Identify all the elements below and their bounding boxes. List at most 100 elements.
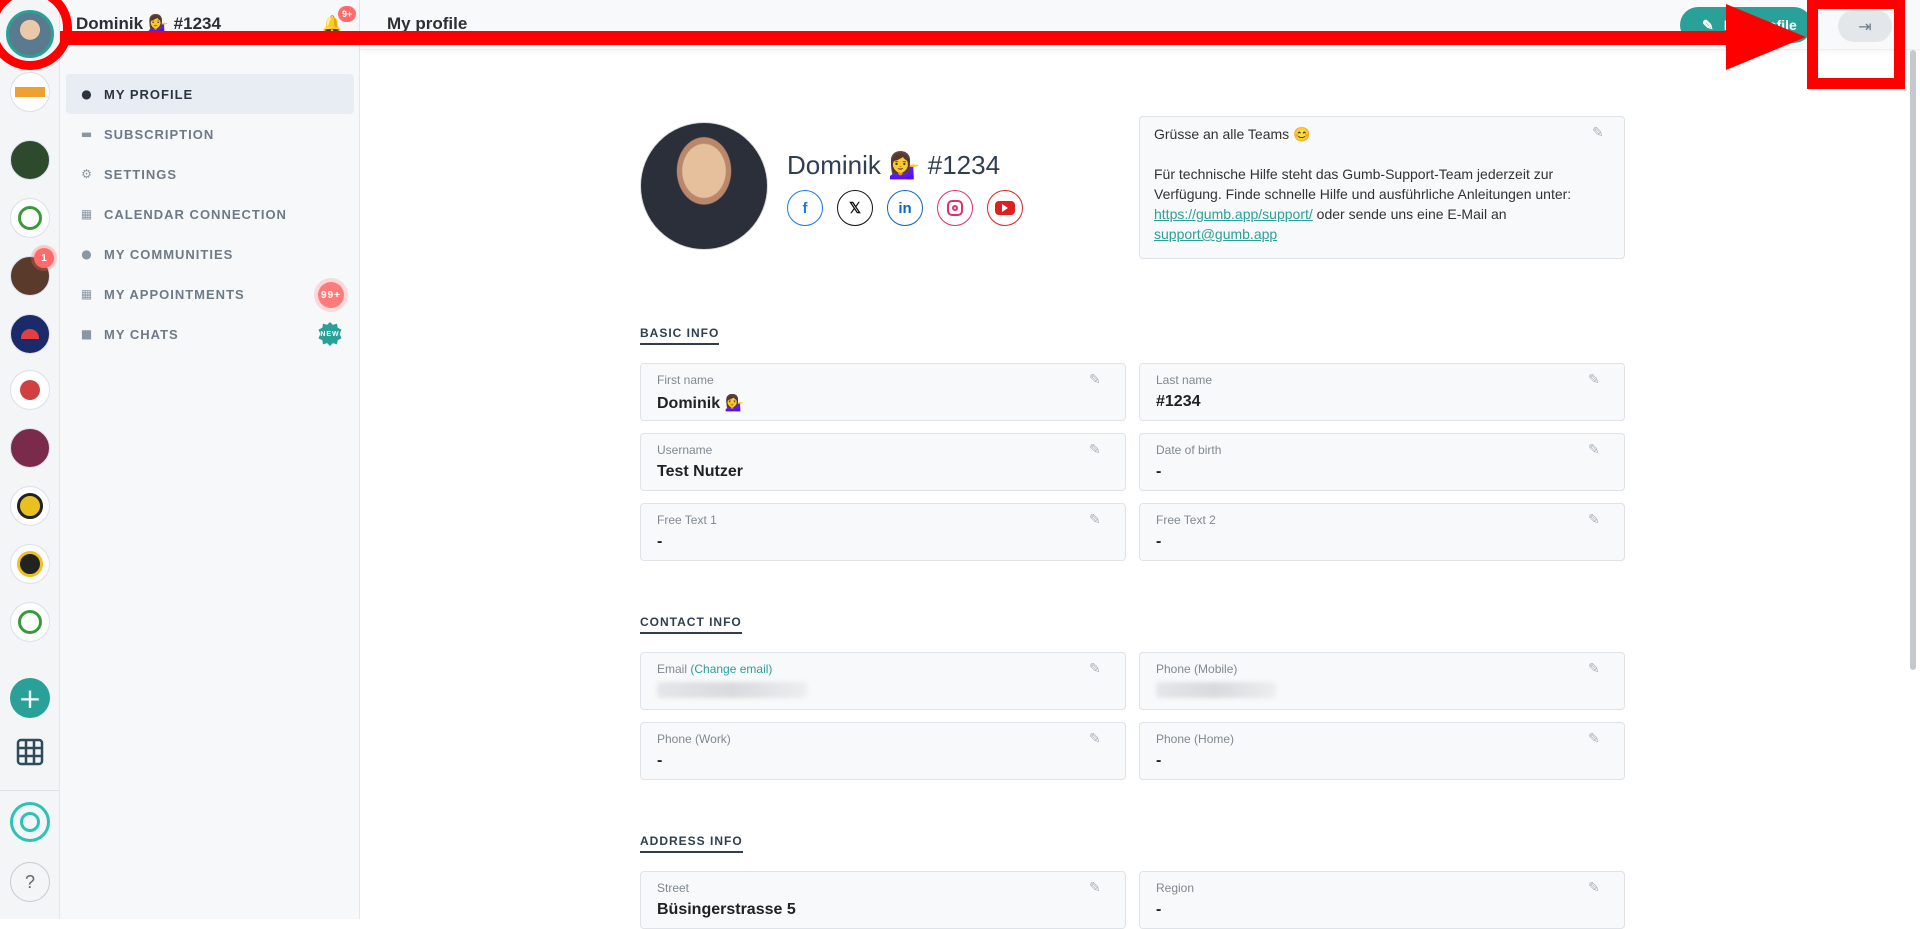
x-twitter-icon[interactable]: 𝕏 [837,190,873,226]
grid-icon[interactable] [16,738,44,766]
free-text-2-field[interactable]: ✎ Free Text 2 - [1139,503,1625,561]
field-value: - [657,533,663,550]
sidebar-item-calendar-connection[interactable]: ▦ CALENDAR CONNECTION [66,194,354,234]
sidebar-item-my-chats[interactable]: ■ MY CHATS NEW [66,314,354,354]
bio-text: Für technische Hilfe steht das Gumb-Supp… [1154,166,1572,242]
profile-name: Dominik 💁‍♀️ #1234 [787,150,1001,180]
field-label: Phone (Work) [657,732,731,746]
pencil-icon[interactable]: ✎ [1089,731,1105,747]
address-info-title: ADDRESS INFO [640,834,743,853]
support-link[interactable]: https://gumb.app/support/ [1154,206,1313,222]
notifications-badge: 9+ [338,6,357,22]
email-field[interactable]: ✎ Email (Change email) [640,652,1126,710]
person-icon: ● [81,87,93,101]
sidebar-item-my-profile[interactable]: ● MY PROFILE [66,74,354,114]
bio-box[interactable]: ✎ Grüsse an alle Teams 😊 Für technische … [1139,116,1625,259]
profile-content: Dominik 💁‍♀️ #1234 f 𝕏 in ✎ Grüsse an al… [360,50,1910,929]
card-icon: ▬ [80,127,94,141]
profile-sidebar: Dominik 💁‍♀️ #1234 🔔 9+ ● MY PROFILE ▬ S… [60,0,360,919]
sidebar-item-label: MY COMMUNITIES [104,246,234,262]
sidebar-item-subscription[interactable]: ▬ SUBSCRIPTION [66,114,354,154]
last-name-field[interactable]: ✎ Last name #1234 [1139,363,1625,421]
field-label: Date of birth [1156,443,1222,457]
sidebar-item-label: SUBSCRIPTION [104,126,215,142]
community-avatar[interactable] [10,72,50,112]
community-avatar[interactable] [10,544,50,584]
linkedin-icon[interactable]: in [887,190,923,226]
appointments-badge: 99+ [318,282,344,308]
chat-icon: ■ [80,327,94,341]
sidebar-item-label: MY CHATS [104,326,179,342]
pencil-icon[interactable]: ✎ [1592,125,1608,141]
sidebar-item-label: MY APPOINTMENTS [104,286,245,302]
field-value: - [657,752,663,769]
field-value: Dominik 💁‍♀️ [657,395,745,412]
new-badge: NEW [318,322,342,346]
field-label: Phone (Mobile) [1156,662,1238,676]
street-field[interactable]: ✎ Street Büsingerstrasse 5 [640,871,1126,929]
profile-photo[interactable] [640,122,768,250]
pencil-icon[interactable]: ✎ [1588,880,1604,896]
basic-info-title: BASIC INFO [640,326,720,345]
add-community-button[interactable]: + [10,678,50,718]
field-label: Free Text 2 [1156,513,1216,527]
field-value: - [1156,901,1162,918]
youtube-icon[interactable] [987,190,1023,226]
field-value: - [1156,752,1162,769]
free-text-1-field[interactable]: ✎ Free Text 1 - [640,503,1126,561]
sidebar-item-my-appointments[interactable]: ▦ MY APPOINTMENTS 99+ [66,274,354,314]
support-email-link[interactable]: support@gumb.app [1154,226,1277,242]
date-of-birth-field[interactable]: ✎ Date of birth - [1139,433,1625,491]
region-field[interactable]: ✎ Region - [1139,871,1625,929]
pencil-icon[interactable]: ✎ [1089,372,1105,388]
calendar-icon: ▦ [80,207,94,221]
sidebar-item-label: MY PROFILE [104,86,194,102]
rail-divider [0,790,60,791]
community-avatar[interactable] [10,428,50,468]
username-field[interactable]: ✎ Username Test Nutzer [640,433,1126,491]
community-avatar[interactable] [10,314,50,354]
pencil-icon[interactable]: ✎ [1089,880,1105,896]
pencil-icon[interactable]: ✎ [1588,512,1604,528]
gear-icon: ⚙ [81,167,93,181]
field-label: Phone (Home) [1156,732,1235,746]
sidebar-item-label: SETTINGS [104,166,178,182]
community-avatar[interactable] [10,140,50,180]
pencil-icon[interactable]: ✎ [1588,372,1604,388]
field-value: Test Nutzer [657,463,743,480]
pencil-icon[interactable]: ✎ [1588,661,1604,677]
scrollbar[interactable] [1910,50,1916,670]
pencil-icon[interactable]: ✎ [1089,512,1105,528]
field-label: Street [657,881,690,895]
annotation-arrow-head [1726,4,1806,70]
community-avatar[interactable] [10,602,50,642]
sidebar-item-my-communities[interactable]: ● MY COMMUNITIES [66,234,354,274]
facebook-icon[interactable]: f [787,190,823,226]
pencil-icon[interactable]: ✎ [1588,731,1604,747]
calendar-icon: ▦ [80,287,94,301]
field-label: Email (Change email) [657,662,773,676]
first-name-field[interactable]: ✎ First name Dominik 💁‍♀️ [640,363,1126,421]
pencil-icon[interactable]: ✎ [1588,442,1604,458]
field-label: First name [657,373,714,387]
pencil-icon[interactable]: ✎ [1089,442,1105,458]
field-label: Username [657,443,713,457]
phone-work-field[interactable]: ✎ Phone (Work) - [640,722,1126,780]
phone-mobile-field[interactable]: ✎ Phone (Mobile) [1139,652,1625,710]
phone-value-redacted [1156,682,1276,698]
instagram-icon[interactable] [937,190,973,226]
community-avatar[interactable] [10,486,50,526]
field-label: Free Text 1 [657,513,717,527]
phone-home-field[interactable]: ✎ Phone (Home) - [1139,722,1625,780]
people-icon: ● [81,247,93,261]
pencil-icon[interactable]: ✎ [1089,661,1105,677]
gumb-logo-icon[interactable] [10,802,50,842]
community-avatar[interactable] [10,198,50,238]
annotation-arrow-line [60,31,1750,45]
community-avatar[interactable] [10,370,50,410]
change-email-link[interactable]: (Change email) [690,662,772,676]
sidebar-item-settings[interactable]: ⚙ SETTINGS [66,154,354,194]
social-links: f 𝕏 in [787,190,1023,226]
community-rail: 1 + ? [0,0,60,919]
help-button[interactable]: ? [10,862,50,902]
